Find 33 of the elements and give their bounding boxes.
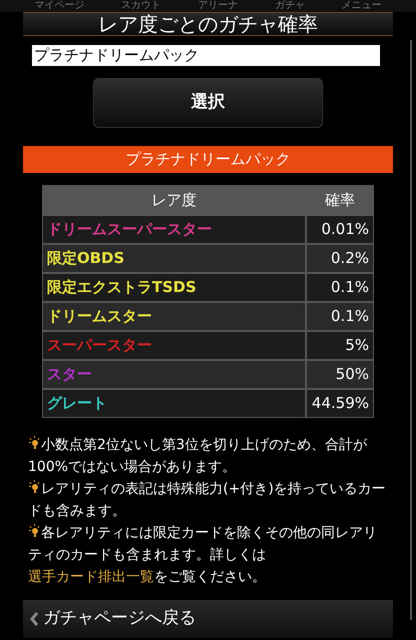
pack-banner: プラチナドリームパック: [23, 146, 393, 173]
rarity-name: ドリームスーパースター: [47, 219, 212, 240]
chevron-left-icon: [29, 611, 39, 627]
rarity-name: グレート: [47, 393, 107, 414]
page-title: レア度ごとのガチャ確率: [98, 14, 318, 34]
nav-item[interactable]: スカウト: [121, 1, 162, 11]
rate-cell: 44.59%: [307, 390, 373, 417]
nav-item[interactable]: ガチャ: [274, 1, 305, 11]
rarity-name: 限定OBDS: [47, 248, 124, 270]
nav-item[interactable]: マイページ: [34, 1, 84, 11]
rarity-name: ドリームスター: [47, 306, 152, 328]
rate-cell: 0.1%: [307, 274, 373, 301]
pack-select[interactable]: プラチナドリームパック: [32, 45, 380, 66]
select-button[interactable]: 選択: [93, 78, 323, 128]
rate-cell: 0.2%: [307, 245, 373, 272]
lightbulb-icon: [28, 480, 40, 494]
rarity-name: スーパースター: [47, 335, 152, 356]
back-link[interactable]: ガチャページへ戻る: [23, 600, 393, 638]
card-list-link[interactable]: 選手カード排出一覧: [28, 569, 154, 585]
rarity-name: 限定エクストラTSDS: [47, 277, 196, 298]
note-text: 各レアリティには限定カードを除くその他の同レアリティのカードも含まれます。詳しくは 選手カード排出一覧をご覧ください。: [28, 523, 378, 587]
rate-cell: 5%: [307, 332, 373, 359]
lightbulb-icon: [28, 524, 40, 538]
nav-item[interactable]: メニュー: [342, 1, 382, 11]
rarity-name: スター: [47, 364, 92, 386]
nav-item[interactable]: アリーナ: [198, 1, 238, 11]
scrollbar[interactable]: [410, 40, 412, 620]
rate-cell: 50%: [307, 361, 373, 388]
rate-cell: 0.1%: [307, 303, 373, 330]
note-text: レアリティの表記は特殊能力(+付き)を持っているカードも含みます。: [28, 479, 386, 521]
note-text: 小数点第2位ないし第3位を切り上げのため、合計が100%ではない場合があります。: [28, 435, 368, 477]
lightbulb-icon: [28, 436, 40, 450]
rate-cell: 0.01%: [307, 216, 373, 243]
